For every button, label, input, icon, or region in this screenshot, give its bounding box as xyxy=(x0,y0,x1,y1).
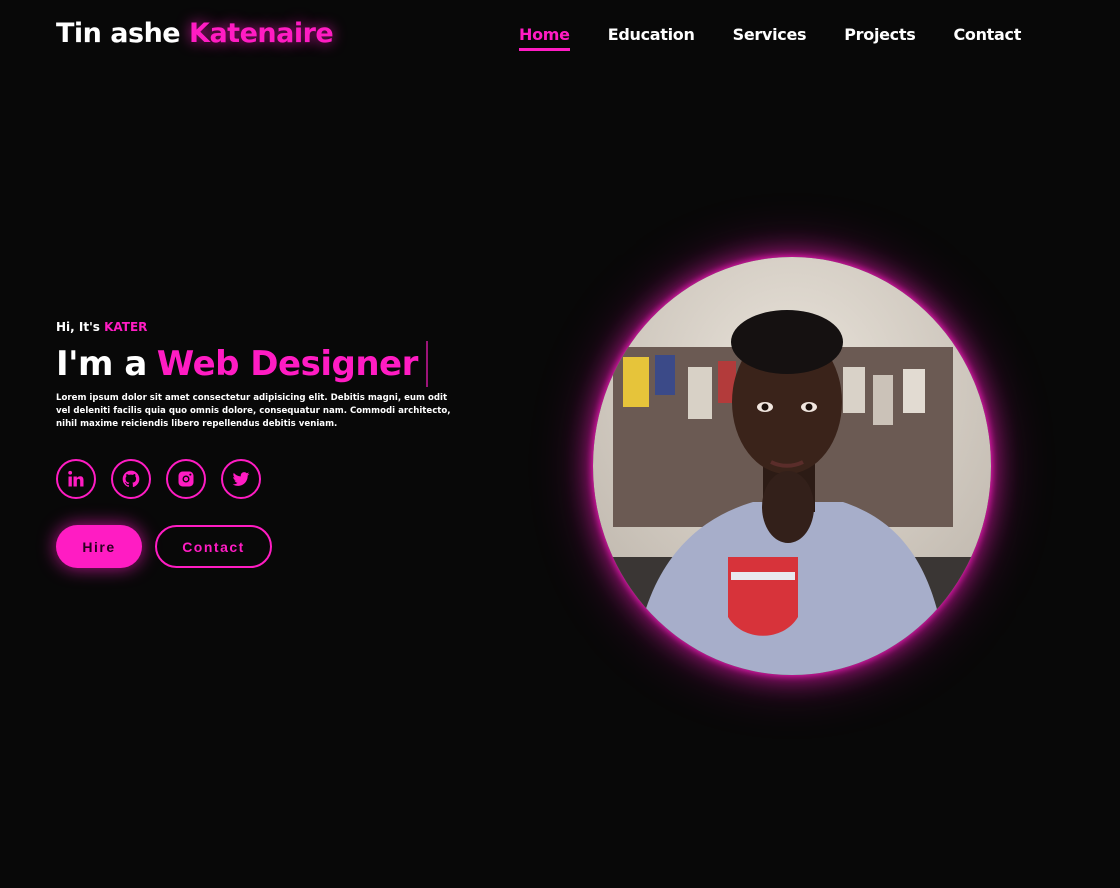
title-prefix: I'm a xyxy=(56,344,147,384)
greeting-nickname: KATER xyxy=(104,320,148,334)
hero-actions: Hire Contact xyxy=(56,525,476,568)
hero-description: Lorem ipsum dolor sit amet consectetur a… xyxy=(56,393,451,429)
hero-greeting: Hi, It's KATER xyxy=(56,320,476,334)
site-header: Tin ashe Katenaire Home Education Servic… xyxy=(0,0,1120,80)
instagram-link[interactable] xyxy=(166,459,206,499)
nav-contact[interactable]: Contact xyxy=(953,25,1021,51)
hero-section: Hi, It's KATER I'm a Web Designer Lorem … xyxy=(56,320,476,568)
github-icon xyxy=(122,470,140,488)
nav-home[interactable]: Home xyxy=(519,25,570,51)
twitter-icon xyxy=(232,472,250,486)
title-role: Web Designer xyxy=(156,344,419,384)
linkedin-link[interactable] xyxy=(56,459,96,499)
hero-title: I'm a Web Designer xyxy=(56,340,476,388)
contact-button[interactable]: Contact xyxy=(155,525,272,568)
logo-last-name: Katenaire xyxy=(189,18,334,49)
profile-photo xyxy=(593,257,991,675)
main-nav: Home Education Services Projects Contact xyxy=(519,25,1059,51)
social-links xyxy=(56,459,476,499)
instagram-icon xyxy=(178,471,194,487)
nav-services[interactable]: Services xyxy=(733,25,807,51)
nav-education[interactable]: Education xyxy=(608,25,695,51)
github-link[interactable] xyxy=(111,459,151,499)
linkedin-icon xyxy=(68,470,84,487)
logo-first-name: Tin ashe xyxy=(56,18,181,49)
twitter-link[interactable] xyxy=(221,459,261,499)
site-logo[interactable]: Tin ashe Katenaire xyxy=(56,18,334,49)
hire-button[interactable]: Hire xyxy=(56,525,142,568)
nav-projects[interactable]: Projects xyxy=(844,25,916,51)
greeting-text: Hi, It's xyxy=(56,320,100,334)
typing-cursor xyxy=(425,341,428,387)
